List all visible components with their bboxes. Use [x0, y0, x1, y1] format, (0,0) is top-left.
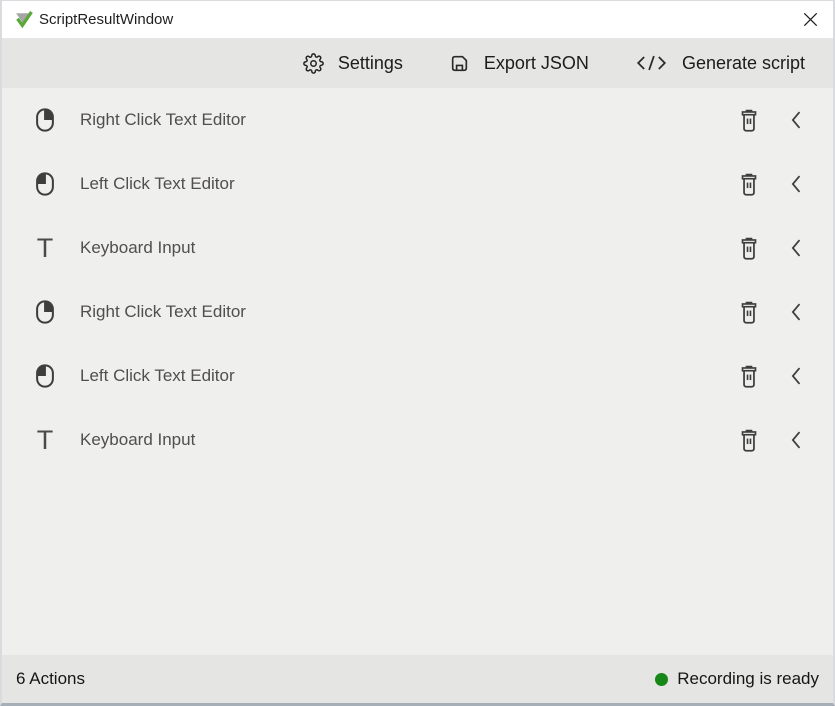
- mouse-left-click-icon: [32, 363, 58, 389]
- trash-icon: [738, 173, 760, 196]
- trash-icon: [738, 365, 760, 388]
- chevron-left-icon: [787, 237, 807, 259]
- mouse-right-click-icon: [32, 107, 58, 133]
- delete-action-button[interactable]: [738, 109, 760, 132]
- keyboard-input-icon: T: [32, 235, 58, 262]
- app-logo-icon: [13, 9, 34, 30]
- export-json-button[interactable]: Export JSON: [449, 53, 589, 74]
- chevron-left-icon: [787, 429, 807, 451]
- delete-action-button[interactable]: [738, 173, 760, 196]
- expand-action-button[interactable]: [787, 237, 807, 259]
- toolbar: Settings Export JSON Generate script: [2, 38, 833, 88]
- recording-status: Recording is ready: [655, 669, 819, 689]
- settings-label: Settings: [338, 53, 403, 74]
- mouse-right-click-icon: [32, 299, 58, 325]
- action-list: Right Click Text Editor: [2, 88, 833, 655]
- action-row[interactable]: T Keyboard Input: [2, 408, 833, 472]
- settings-button[interactable]: Settings: [303, 53, 403, 74]
- delete-action-button[interactable]: [738, 365, 760, 388]
- action-label: Keyboard Input: [80, 238, 195, 258]
- code-icon: [635, 52, 668, 74]
- keyboard-input-icon: T: [32, 427, 58, 454]
- trash-icon: [738, 429, 760, 452]
- trash-icon: [738, 109, 760, 132]
- action-label: Keyboard Input: [80, 430, 195, 450]
- close-button[interactable]: [787, 1, 833, 38]
- action-label: Right Click Text Editor: [80, 110, 246, 130]
- generate-script-label: Generate script: [682, 53, 805, 74]
- gear-icon: [303, 53, 324, 74]
- action-label: Left Click Text Editor: [80, 366, 235, 386]
- action-row[interactable]: Right Click Text Editor: [2, 88, 833, 152]
- expand-action-button[interactable]: [787, 365, 807, 387]
- title-bar: ScriptResultWindow: [2, 1, 833, 38]
- trash-icon: [738, 301, 760, 324]
- expand-action-button[interactable]: [787, 109, 807, 131]
- expand-action-button[interactable]: [787, 429, 807, 451]
- action-row[interactable]: T Keyboard Input: [2, 216, 833, 280]
- action-row[interactable]: Left Click Text Editor: [2, 344, 833, 408]
- actions-count: 6 Actions: [16, 669, 85, 689]
- trash-icon: [738, 237, 760, 260]
- mouse-left-click-icon: [32, 171, 58, 197]
- close-icon: [803, 12, 818, 27]
- script-result-window: ScriptResultWindow Settings: [0, 0, 835, 706]
- status-dot-icon: [655, 673, 668, 686]
- expand-action-button[interactable]: [787, 173, 807, 195]
- delete-action-button[interactable]: [738, 429, 760, 452]
- recording-status-label: Recording is ready: [677, 669, 819, 689]
- chevron-left-icon: [787, 173, 807, 195]
- action-row[interactable]: Right Click Text Editor: [2, 280, 833, 344]
- action-label: Left Click Text Editor: [80, 174, 235, 194]
- delete-action-button[interactable]: [738, 301, 760, 324]
- save-icon: [449, 53, 470, 74]
- action-label: Right Click Text Editor: [80, 302, 246, 322]
- chevron-left-icon: [787, 301, 807, 323]
- action-row[interactable]: Left Click Text Editor: [2, 152, 833, 216]
- chevron-left-icon: [787, 365, 807, 387]
- chevron-left-icon: [787, 109, 807, 131]
- expand-action-button[interactable]: [787, 301, 807, 323]
- status-bar: 6 Actions Recording is ready: [2, 655, 833, 703]
- delete-action-button[interactable]: [738, 237, 760, 260]
- window-title: ScriptResultWindow: [39, 11, 173, 28]
- generate-script-button[interactable]: Generate script: [635, 52, 805, 74]
- export-json-label: Export JSON: [484, 53, 589, 74]
